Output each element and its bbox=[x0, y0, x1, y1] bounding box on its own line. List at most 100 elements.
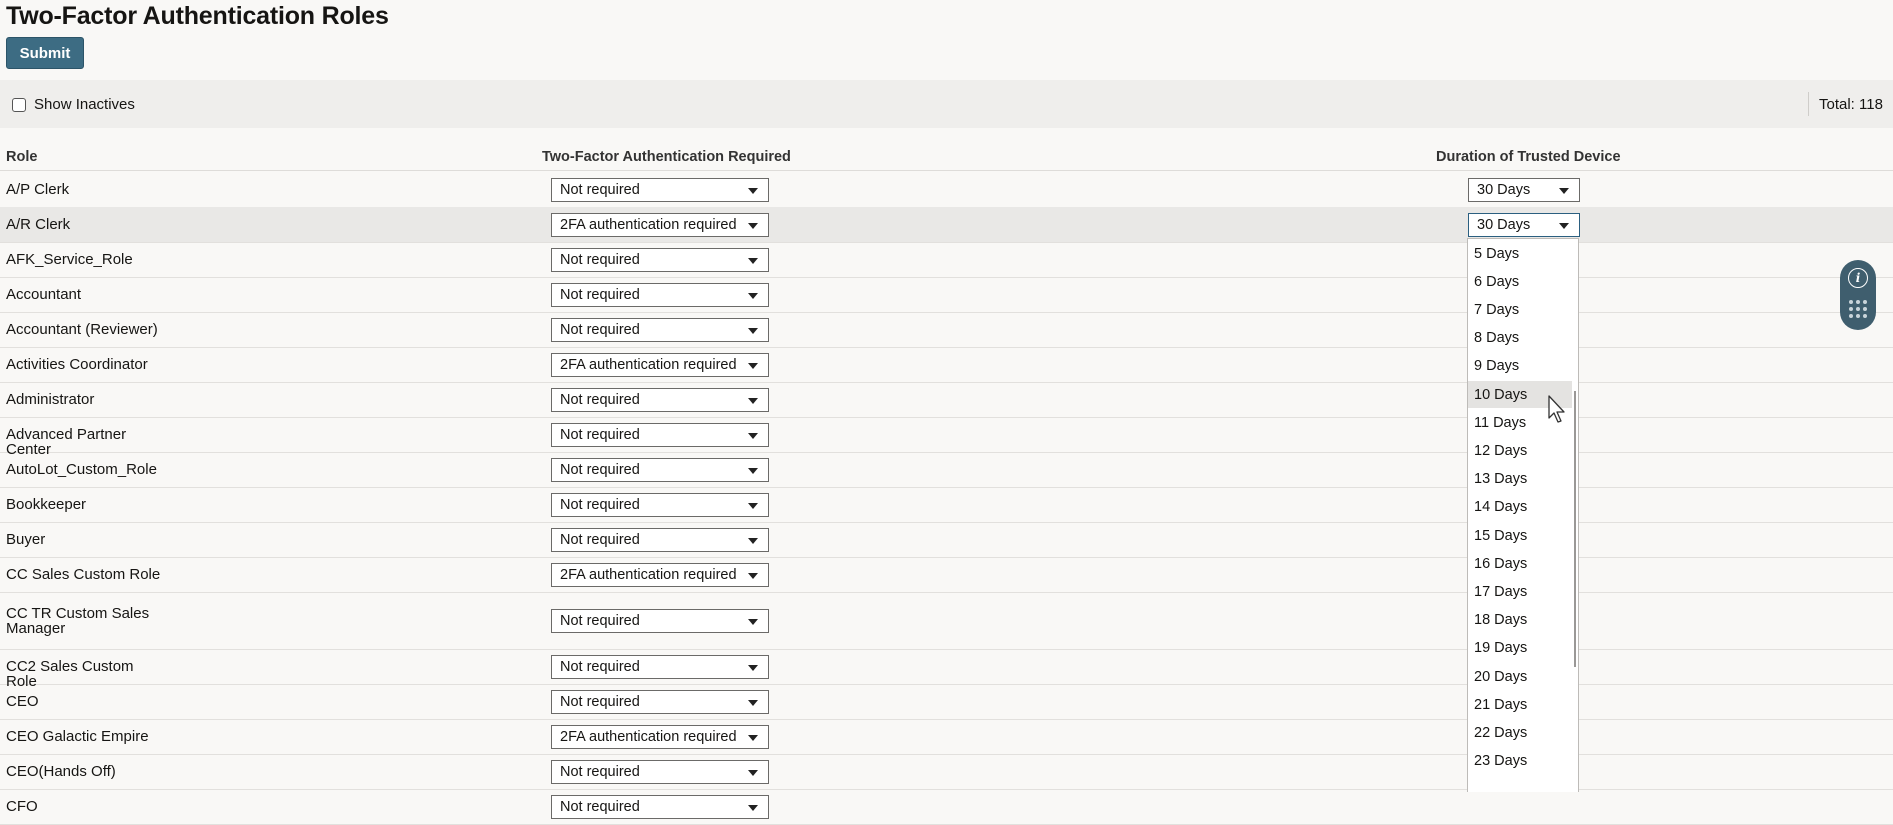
duration-option[interactable]: 13 Days bbox=[1468, 466, 1572, 493]
table-row: Accountant Not required bbox=[0, 277, 1893, 313]
total-count: Total: 118 bbox=[1819, 96, 1883, 113]
two-factor-select-value: Not required bbox=[560, 693, 640, 710]
show-inactives-toggle[interactable]: Show Inactives bbox=[12, 96, 135, 113]
two-factor-select[interactable]: 2FA authentication required bbox=[551, 212, 769, 237]
two-factor-select[interactable]: Not required bbox=[551, 608, 769, 633]
two-factor-select[interactable]: Not required bbox=[551, 689, 769, 714]
mouse-cursor-icon bbox=[1548, 395, 1565, 423]
two-factor-select-value: Not required bbox=[560, 391, 640, 408]
role-name: Accountant bbox=[6, 286, 82, 303]
two-factor-select-value: Not required bbox=[560, 286, 640, 303]
role-name: CC Sales Custom Role bbox=[6, 566, 161, 583]
role-name: CEO(Hands Off) bbox=[6, 763, 116, 780]
two-factor-select-value: 2FA authentication required bbox=[560, 356, 737, 373]
table-row: CC Sales Custom Role 2FA authentication r… bbox=[0, 557, 1893, 593]
grid-dots-icon[interactable] bbox=[1849, 300, 1867, 318]
role-name: AFK_Service_Role bbox=[6, 251, 133, 268]
two-factor-select-value: 2FA authentication required bbox=[560, 728, 737, 745]
two-factor-select[interactable]: Not required bbox=[551, 794, 769, 819]
duration-select-value: 30 Days bbox=[1477, 216, 1531, 233]
two-factor-select-value: Not required bbox=[560, 798, 640, 815]
two-factor-select-value: Not required bbox=[560, 531, 640, 548]
duration-option[interactable]: 15 Days bbox=[1468, 522, 1572, 549]
duration-option[interactable]: 16 Days bbox=[1468, 550, 1572, 577]
caret-down-icon bbox=[1559, 222, 1569, 229]
table-row: CEO Galactic Empire 2FA authentication re… bbox=[0, 719, 1893, 755]
duration-option[interactable]: 23 Days bbox=[1468, 748, 1572, 775]
table-row: Administrator Not required bbox=[0, 382, 1893, 418]
two-factor-select-value: Not required bbox=[560, 321, 640, 338]
duration-option[interactable]: 8 Days bbox=[1468, 325, 1572, 352]
caret-down-icon bbox=[748, 502, 758, 509]
role-name: Bookkeeper bbox=[6, 496, 87, 513]
duration-dropdown-list[interactable]: 5 Days 6 Days 7 Days 8 Days 9 Days 10 Days 11 … bbox=[1467, 238, 1579, 792]
two-factor-select-value: Not required bbox=[560, 251, 640, 268]
two-factor-select[interactable]: Not required bbox=[551, 247, 769, 272]
table-row: Advanced Partner Center Not required bbox=[0, 417, 1893, 457]
table-row: Bookkeeper Not required bbox=[0, 487, 1893, 523]
two-factor-select[interactable]: Not required bbox=[551, 759, 769, 784]
duration-option[interactable]: 18 Days bbox=[1468, 607, 1572, 634]
two-factor-select[interactable]: Not required bbox=[551, 654, 769, 679]
duration-option[interactable]: 20 Days bbox=[1468, 663, 1572, 690]
duration-option[interactable]: 14 Days bbox=[1468, 494, 1572, 521]
two-factor-select[interactable]: Not required bbox=[551, 492, 769, 517]
caret-down-icon bbox=[748, 467, 758, 474]
two-factor-select-value: 2FA authentication required bbox=[560, 216, 737, 233]
caret-down-icon bbox=[748, 362, 758, 369]
table-row: AFK_Service_Role Not required bbox=[0, 242, 1893, 278]
duration-option[interactable]: 21 Days bbox=[1468, 691, 1572, 718]
role-name: A/R Clerk bbox=[6, 216, 71, 233]
two-factor-select[interactable]: 2FA authentication required bbox=[551, 562, 769, 587]
filter-bar: Show Inactives Total: 118 bbox=[0, 80, 1893, 128]
duration-select-value: 30 Days bbox=[1477, 181, 1531, 198]
role-name: CEO bbox=[6, 693, 39, 710]
help-widget[interactable]: i bbox=[1840, 260, 1876, 330]
caret-down-icon bbox=[748, 804, 758, 811]
table-row: A/R Clerk 2FA authentication required 30 D… bbox=[0, 207, 1893, 243]
role-name: A/P Clerk bbox=[6, 181, 70, 198]
role-name: CEO Galactic Empire bbox=[6, 728, 149, 745]
duration-option[interactable]: 22 Days bbox=[1468, 719, 1572, 746]
duration-option[interactable]: 6 Days bbox=[1468, 268, 1572, 295]
two-factor-select[interactable]: 2FA authentication required bbox=[551, 352, 769, 377]
two-factor-select-value: Not required bbox=[560, 496, 640, 513]
duration-select[interactable]: 30 Days bbox=[1468, 212, 1580, 237]
table-row: CEO Not required bbox=[0, 684, 1893, 720]
duration-option[interactable]: 9 Days bbox=[1468, 353, 1572, 380]
submit-button[interactable]: Submit bbox=[6, 37, 84, 69]
role-name: Administrator bbox=[6, 391, 95, 408]
show-inactives-checkbox[interactable] bbox=[12, 97, 26, 112]
table-row: A/P Clerk Not required 30 Days bbox=[0, 172, 1893, 208]
caret-down-icon bbox=[748, 397, 758, 404]
two-factor-select[interactable]: Not required bbox=[551, 457, 769, 482]
header-divider bbox=[0, 170, 1893, 171]
column-header-two-factor: Two-Factor Authentication Required bbox=[542, 149, 791, 165]
two-factor-select-value: Not required bbox=[560, 181, 640, 198]
two-factor-select[interactable]: Not required bbox=[551, 317, 769, 342]
two-factor-select[interactable]: 2FA authentication required bbox=[551, 724, 769, 749]
duration-option[interactable]: 17 Days bbox=[1468, 578, 1572, 605]
caret-down-icon bbox=[748, 537, 758, 544]
two-factor-select[interactable]: Not required bbox=[551, 387, 769, 412]
caret-down-icon bbox=[748, 257, 758, 264]
column-header-duration: Duration of Trusted Device bbox=[1436, 149, 1621, 165]
duration-option[interactable]: 5 Days bbox=[1468, 240, 1572, 267]
two-factor-select[interactable]: Not required bbox=[551, 527, 769, 552]
two-factor-select[interactable]: Not required bbox=[551, 282, 769, 307]
table-row: CEO(Hands Off) Not required bbox=[0, 754, 1893, 790]
dropdown-scrollbar[interactable] bbox=[1574, 391, 1576, 667]
role-name: AutoLot_Custom_Role bbox=[6, 461, 157, 478]
caret-down-icon bbox=[748, 432, 758, 439]
duration-option[interactable]: 7 Days bbox=[1468, 296, 1572, 323]
page-title: Two-Factor Authentication Roles bbox=[6, 2, 389, 30]
duration-option[interactable]: 12 Days bbox=[1468, 437, 1572, 464]
two-factor-select[interactable]: Not required bbox=[551, 422, 769, 447]
caret-down-icon bbox=[748, 187, 758, 194]
duration-select[interactable]: 30 Days bbox=[1468, 177, 1580, 202]
caret-down-icon bbox=[748, 327, 758, 334]
table-row: Accountant (Reviewer) Not required bbox=[0, 312, 1893, 348]
info-icon[interactable]: i bbox=[1848, 268, 1868, 288]
two-factor-select[interactable]: Not required bbox=[551, 177, 769, 202]
duration-option[interactable]: 19 Days bbox=[1468, 635, 1572, 662]
